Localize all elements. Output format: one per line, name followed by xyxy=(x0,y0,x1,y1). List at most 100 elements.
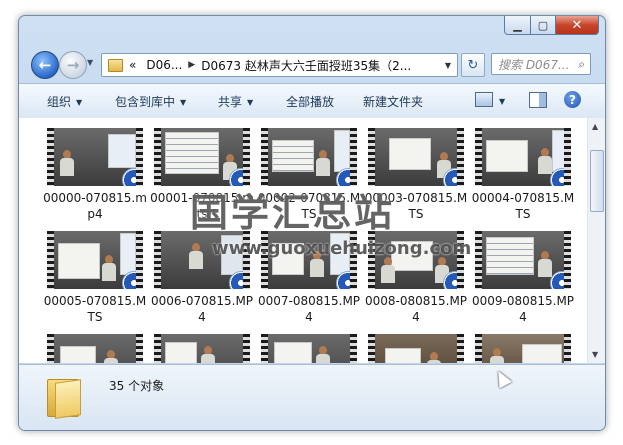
film-reel-icon xyxy=(229,271,250,289)
refresh-button[interactable]: ↻ xyxy=(461,53,485,77)
whiteboard xyxy=(389,138,431,170)
whiteboard xyxy=(58,243,100,279)
person-figure xyxy=(60,150,74,176)
address-dropdown-icon[interactable]: ▼ xyxy=(445,61,451,70)
film-reel-icon xyxy=(122,271,143,289)
video-frame xyxy=(268,334,350,363)
chevron-right-icon[interactable]: ▶ xyxy=(188,60,195,70)
video-thumbnail xyxy=(475,231,571,289)
chevron-down-icon: ▼ xyxy=(76,98,83,107)
organize-menu[interactable]: 组织 ▼ xyxy=(47,93,82,110)
whiteboard xyxy=(486,237,534,275)
person-figure xyxy=(104,350,118,363)
whiteboard xyxy=(272,140,314,172)
film-reel-icon xyxy=(336,271,357,289)
whiteboard xyxy=(165,342,197,363)
whiteboard xyxy=(274,342,312,363)
refresh-icon: ↻ xyxy=(467,57,479,73)
breadcrumb-overflow[interactable]: « xyxy=(129,58,136,72)
person-figure xyxy=(102,255,116,281)
person-figure xyxy=(538,148,552,174)
scroll-down-icon[interactable]: ▼ xyxy=(592,350,598,359)
whiteboard xyxy=(60,346,96,363)
search-input[interactable]: 搜索 D067... ⌕ xyxy=(491,53,591,75)
forward-button[interactable]: → xyxy=(59,51,87,79)
person-figure xyxy=(381,257,395,283)
file-name: 0009-080815.MP4 xyxy=(471,294,575,324)
video-thumbnail xyxy=(475,334,571,363)
film-reel-icon xyxy=(122,168,143,186)
video-frame xyxy=(375,334,457,363)
maximize-button[interactable]: ▢ xyxy=(531,16,556,35)
person-figure xyxy=(316,150,330,176)
navigation-bar: ← → ▼ « D06... ▶ D0673 赵林声大六壬面授班35集（2...… xyxy=(19,46,605,82)
file-name: 0007-080815.MP4 xyxy=(257,294,361,324)
folder-icon xyxy=(47,377,81,419)
whiteboard xyxy=(522,344,562,363)
window-light xyxy=(552,130,566,172)
vertical-scrollbar[interactable]: ▲ ▼ xyxy=(587,118,605,363)
whiteboard xyxy=(486,140,528,172)
chevron-down-icon: ▼ xyxy=(247,98,254,107)
video-thumbnail xyxy=(47,231,143,289)
video-thumbnail xyxy=(368,128,464,186)
video-thumbnail xyxy=(154,334,250,363)
person-figure xyxy=(427,352,441,363)
share-menu[interactable]: 共享 ▼ xyxy=(218,93,253,110)
file-name: 00004-070815.MTS xyxy=(471,191,575,221)
file-name: 0006-070815.MP4 xyxy=(150,294,254,324)
video-thumbnail xyxy=(475,128,571,186)
details-pane: 35 个对象 xyxy=(19,364,605,430)
person-figure xyxy=(316,346,330,363)
address-bar[interactable]: « D06... ▶ D0673 赵林声大六壬面授班35集（2... ▼ xyxy=(101,53,458,77)
view-options-icon[interactable] xyxy=(475,92,493,107)
share-label: 共享 xyxy=(218,95,243,109)
include-in-library-menu[interactable]: 包含到库中 ▼ xyxy=(115,93,186,110)
file-name: 00005-070815.MTS xyxy=(43,294,147,324)
search-placeholder: 搜索 D067... xyxy=(498,57,570,72)
chevron-down-icon: ▼ xyxy=(180,98,187,107)
new-folder-button[interactable]: 新建文件夹 xyxy=(363,93,423,110)
person-figure xyxy=(201,346,215,363)
play-all-button[interactable]: 全部播放 xyxy=(286,93,334,110)
window-light xyxy=(334,130,350,172)
video-thumbnail xyxy=(261,128,357,186)
include-in-library-label: 包含到库中 xyxy=(115,95,176,109)
film-reel-icon xyxy=(443,168,464,186)
window-light xyxy=(108,134,136,168)
organize-label: 组织 xyxy=(47,95,72,109)
person-figure xyxy=(538,251,552,277)
folder-icon xyxy=(108,58,123,72)
scrollbar-thumb[interactable] xyxy=(590,150,604,212)
video-thumbnail xyxy=(47,334,143,363)
item-count: 35 个对象 xyxy=(109,379,165,393)
caption-buttons: ▁ ▢ ✕ xyxy=(504,16,599,35)
video-thumbnail xyxy=(368,334,464,363)
recent-pages-dropdown[interactable]: ▼ xyxy=(87,58,93,67)
title-bar: ▁ ▢ ✕ xyxy=(19,16,605,46)
file-name: 00000-070815.mp4 xyxy=(43,191,147,221)
person-figure xyxy=(490,348,504,363)
back-button[interactable]: ← xyxy=(31,51,59,79)
video-thumbnail xyxy=(47,128,143,186)
film-reel-icon xyxy=(550,168,571,186)
person-figure xyxy=(189,243,203,269)
watermark-url: www.guoxuehuizong.com xyxy=(212,238,472,259)
scroll-up-icon[interactable]: ▲ xyxy=(592,122,598,131)
preview-pane-icon[interactable] xyxy=(529,92,547,108)
minimize-button[interactable]: ▁ xyxy=(504,16,531,35)
video-thumbnail xyxy=(261,334,357,363)
chevron-down-icon[interactable]: ▼ xyxy=(499,97,505,106)
window-light xyxy=(120,233,136,275)
video-frame xyxy=(54,334,136,363)
file-name: 0008-080815.MP4 xyxy=(364,294,468,324)
close-button[interactable]: ✕ xyxy=(556,16,599,35)
breadcrumb-parent[interactable]: D06... xyxy=(146,58,182,72)
command-toolbar: 组织 ▼ 包含到库中 ▼ 共享 ▼ 全部播放 新建文件夹 ▼ ? xyxy=(19,83,605,119)
whiteboard xyxy=(165,132,219,174)
breadcrumb-current[interactable]: D0673 赵林声大六壬面授班35集（2... xyxy=(201,57,411,74)
whiteboard xyxy=(385,348,421,363)
help-icon[interactable]: ? xyxy=(564,91,581,108)
search-icon[interactable]: ⌕ xyxy=(578,57,585,72)
video-frame xyxy=(482,334,564,363)
